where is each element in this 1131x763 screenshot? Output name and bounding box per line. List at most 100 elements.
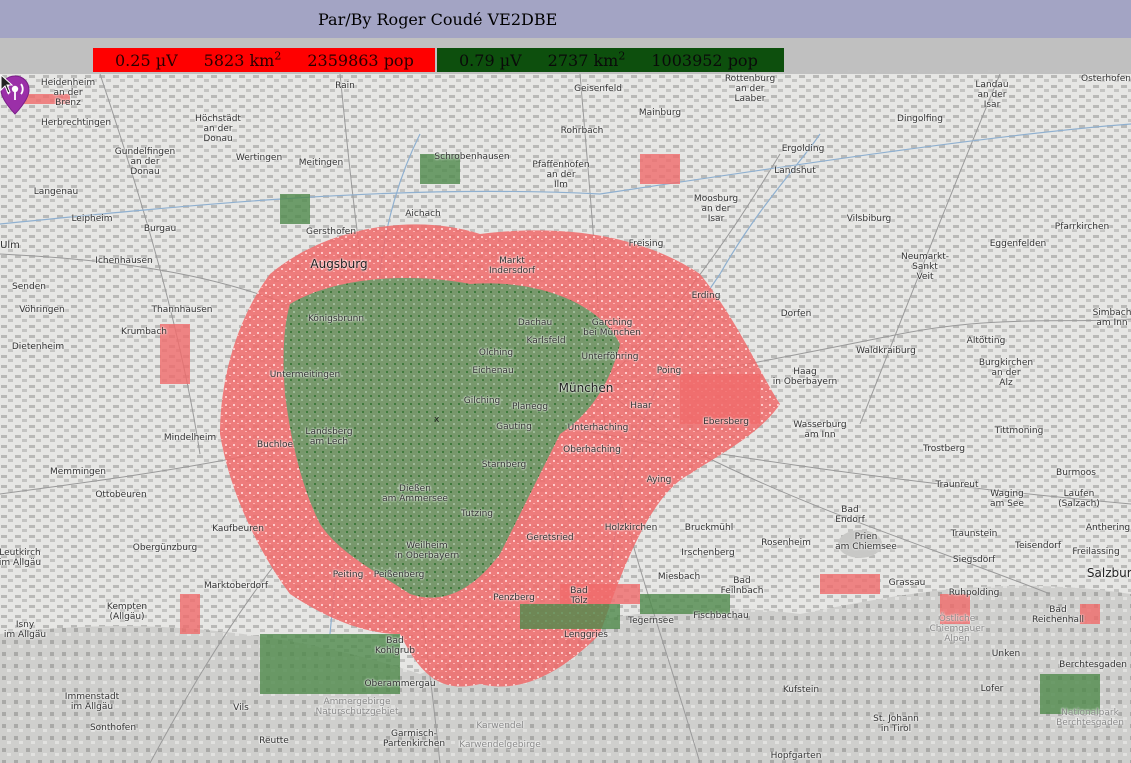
- place-label: München: [558, 381, 614, 395]
- place-label: Unterhaching: [567, 423, 629, 433]
- legend-green-area: 2737 km2: [547, 50, 626, 70]
- place-label: Karwendel: [476, 721, 524, 731]
- legend-green-area-value: 2737 km: [547, 50, 619, 70]
- place-label: Rosenheim: [761, 538, 811, 548]
- place-label: Waldkraiburg: [856, 346, 916, 356]
- place-label: Buchloe: [256, 440, 294, 450]
- place-label: Holzkirchen: [604, 523, 658, 533]
- place-label: Pfaffenhofen an der Ilm: [532, 160, 590, 190]
- place-label: Markt Indersdorf: [488, 256, 536, 276]
- place-label: Augsburg: [310, 257, 368, 271]
- place-label: Tegernsee: [628, 616, 674, 626]
- place-label: Untermeitingen: [269, 370, 341, 380]
- place-label: Laufen (Salzach): [1058, 489, 1100, 509]
- place-label: Heidenheim an der Brenz: [40, 78, 96, 108]
- place-label: Rohrbach: [560, 126, 604, 136]
- place-label: Vilsbiburg: [846, 214, 892, 224]
- legend-green-field-strength: 0.79 µV: [459, 50, 522, 70]
- place-label: Königsbrunn: [307, 314, 365, 324]
- place-label: Mainburg: [638, 108, 682, 118]
- place-label: Weilheim in Oberbayern: [394, 541, 460, 561]
- place-label: Peißenberg: [373, 570, 425, 580]
- place-label: Landsberg am Lech: [305, 427, 353, 447]
- place-label: Prien am Chiemsee: [835, 532, 897, 552]
- place-label: Kempten (Allgäu): [106, 602, 148, 622]
- place-label: Waging am See: [990, 489, 1024, 509]
- coverage-map[interactable]: Heidenheim an der Brenz Herbrechtingen H…: [0, 74, 1131, 763]
- place-label: Bruckmühl: [684, 523, 734, 533]
- place-label: Traunstein: [950, 529, 998, 539]
- place-label: Ichenhausen: [95, 256, 153, 266]
- place-label: Vils: [233, 703, 249, 713]
- author-credit: Par/By Roger Coudé VE2DBE: [318, 10, 558, 29]
- place-label: Dietenheim: [11, 342, 65, 352]
- place-label: Landau an der Isar: [975, 80, 1009, 110]
- place-label: Rottenburg an der Laaber: [724, 74, 776, 104]
- place-label: Gilching: [463, 396, 501, 406]
- place-label: Starnberg: [481, 460, 527, 470]
- place-label: Garching bei München: [583, 318, 641, 338]
- place-label: Unken: [991, 649, 1021, 659]
- place-label: Burgau: [143, 224, 177, 234]
- place-label: Freising: [628, 239, 664, 249]
- place-label: Anthering: [1085, 523, 1131, 533]
- place-label: Bad Feilnbach: [720, 576, 764, 596]
- place-label: Dachau: [517, 318, 553, 328]
- place-label: Tutzing: [460, 509, 494, 519]
- place-label: Eggenfelden: [989, 239, 1047, 249]
- place-label: Unterföhring: [581, 352, 639, 362]
- place-label: Aichach: [405, 209, 441, 219]
- place-label: Berchtesgaden: [1059, 660, 1127, 670]
- place-label: Peiting: [332, 570, 364, 580]
- legend-red-field-strength: 0.25 µV: [115, 50, 178, 70]
- place-label: Nationalpark Berchtesgaden: [1056, 708, 1124, 728]
- place-label: Gundelfingen an der Donau: [114, 147, 176, 177]
- place-label: Poing: [656, 366, 682, 376]
- legend-red-coverage: 0.25 µV 5823 km2 2359863 pop: [93, 48, 435, 72]
- place-label: Pfarrkirchen: [1054, 222, 1110, 232]
- place-label: Langenau: [33, 187, 79, 197]
- transmitter-label: x: [434, 415, 440, 425]
- place-label: Penzberg: [493, 593, 535, 603]
- place-label: Vöhringen: [19, 305, 65, 315]
- place-label: Wasserburg am Inn: [793, 420, 847, 440]
- place-label: Osterhofen: [1080, 74, 1131, 84]
- place-label: Planegg: [511, 402, 549, 412]
- place-label: Oberammergau: [364, 679, 436, 689]
- place-label: Bad Reichenhall: [1031, 605, 1085, 625]
- place-label: Ruhpolding: [948, 588, 1000, 598]
- title-bar: Par/By Roger Coudé VE2DBE: [0, 0, 1131, 38]
- place-label: Leipheim: [71, 214, 113, 224]
- place-label: Gauting: [496, 422, 532, 432]
- place-label: Kaufbeuren: [212, 524, 264, 534]
- legend-green-population: 1003952 pop: [651, 50, 758, 70]
- place-label: Siegsdorf: [952, 555, 996, 565]
- place-label: Bad Tölz: [570, 586, 588, 606]
- mouse-cursor-icon: [0, 74, 14, 94]
- place-label: Aying: [646, 475, 672, 485]
- place-label: Schrobenhausen: [434, 152, 510, 162]
- place-label: Isny im Allgäu: [3, 620, 47, 640]
- place-label: Bad Endorf: [835, 505, 865, 525]
- place-label: Traunreut: [935, 480, 979, 490]
- place-label: Karwendelgebirge: [459, 740, 541, 750]
- place-label: Fischbachau: [693, 611, 749, 621]
- place-label: Salzburg: [1086, 566, 1131, 580]
- place-label: Burmoos: [1056, 468, 1096, 478]
- place-label: Geretsried: [526, 533, 574, 543]
- place-label: Thannhausen: [151, 305, 213, 315]
- place-label: Östliche Chiemgauer Alpen: [929, 614, 985, 644]
- place-label: Haag in Oberbayern: [772, 367, 838, 387]
- place-label: Memmingen: [50, 467, 106, 477]
- place-label: Geisenfeld: [574, 84, 622, 94]
- place-label: Gersthofen: [305, 227, 357, 237]
- place-label: Dießen am Ammersee: [382, 484, 448, 504]
- place-label: Meitingen: [298, 158, 344, 168]
- place-label: Simbach am Inn: [1092, 308, 1131, 328]
- legend-red-area: 5823 km2: [204, 50, 282, 69]
- place-label: Lenggries: [564, 630, 608, 640]
- place-label: Neumarkt- Sankt Veit: [901, 252, 949, 282]
- place-label: Ebersberg: [703, 417, 749, 427]
- place-label: Dorfen: [780, 309, 812, 319]
- place-label: Wertingen: [235, 153, 283, 163]
